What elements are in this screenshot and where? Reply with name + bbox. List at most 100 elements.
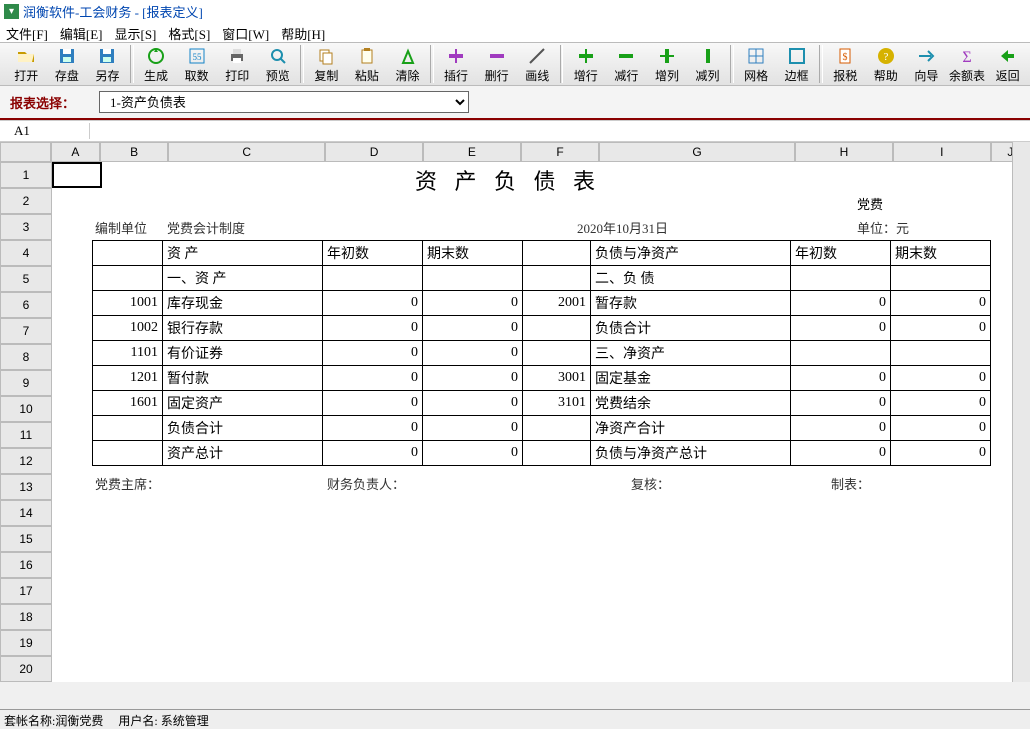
table-row: 1001库存现金002001暂存款00 [93,291,991,316]
table-row: 1201暂付款003001固定基金00 [93,366,991,391]
addcol-icon [657,46,677,66]
minrow-icon [616,46,636,66]
toolbar-insrow-button[interactable]: 插行 [437,45,476,85]
toolbar-guide-button[interactable]: 向导 [907,45,946,85]
line-icon [527,46,547,66]
toolbar-print-button[interactable]: 打印 [218,45,257,85]
col-header-A[interactable]: A [51,142,100,162]
col-header-E[interactable]: E [423,142,521,162]
toolbar-open-button[interactable]: 打开 [7,45,46,85]
col-header-C[interactable]: C [168,142,325,162]
sheet-title: 资 产 负 债 表 [412,162,604,198]
cell-reference[interactable]: A1 [0,123,90,139]
col-header-G[interactable]: G [599,142,795,162]
preview-icon [268,46,288,66]
addrow-icon [576,46,596,66]
row-header-1[interactable]: 1 [0,162,52,188]
table-row: 负债合计00净资产合计00 [93,416,991,441]
toolbar-disk-button[interactable]: 存盘 [48,45,87,85]
disk-icon [57,46,77,66]
spreadsheet-area: ABCDEFGHIJ 12345678910111213141516171819… [0,142,1030,682]
guide-icon [916,46,936,66]
menu-format[interactable]: 格式[S] [168,24,210,40]
toolbar: 打开存盘另存生成55取数打印预览复制粘贴清除插行删行画线增行减行增列减列网格边框… [0,42,1030,86]
grid[interactable]: 资 产 负 债 表 党费 编制单位 党费会计制度 2020年10月31日 单位：… [52,162,1030,682]
row-header-4[interactable]: 4 [0,240,52,266]
row-header-2[interactable]: 2 [0,188,52,214]
col-header-H[interactable]: H [795,142,893,162]
table-row: 1002银行存款00负债合计00 [93,316,991,341]
toolbar-back-button[interactable]: 返回 [988,45,1027,85]
help-icon: ? [876,46,896,66]
row-header-19[interactable]: 19 [0,630,52,656]
toolbar-sum-button[interactable]: Σ余额表 [948,45,987,85]
grid-icon [746,46,766,66]
menu-file[interactable]: 文件[F] [6,24,48,40]
table-header-row: 资 产 年初数 期末数 负债与净资产 年初数 期末数 [93,241,991,266]
toolbar-help-button[interactable]: ?帮助 [867,45,906,85]
print-icon [227,46,247,66]
row-header-17[interactable]: 17 [0,578,52,604]
row-header-9[interactable]: 9 [0,370,52,396]
report-selector[interactable]: 1-资产负债表 [99,91,469,113]
app-icon: ▾ [4,4,19,19]
org-label: 编制单位 [92,216,150,239]
vertical-scrollbar[interactable] [1012,142,1030,682]
toolbar-num-button[interactable]: 55取数 [177,45,216,85]
row-header-18[interactable]: 18 [0,604,52,630]
table-row: 一、资 产二、负 债 [93,266,991,291]
toolbar-border-button[interactable]: 边框 [777,45,816,85]
row-header-7[interactable]: 7 [0,318,52,344]
row-header-11[interactable]: 11 [0,422,52,448]
row-header-15[interactable]: 15 [0,526,52,552]
menu-view[interactable]: 显示[S] [115,24,157,40]
menu-window[interactable]: 窗口[W] [222,24,269,40]
svg-text:?: ? [883,51,888,63]
cell-reference-bar: A1 [0,120,1030,142]
border-icon [787,46,807,66]
row-header-12[interactable]: 12 [0,448,52,474]
mincol-icon [698,46,718,66]
menu-help[interactable]: 帮助[H] [281,24,325,40]
col-header-F[interactable]: F [521,142,599,162]
toolbar-addcol-button[interactable]: 增列 [648,45,687,85]
toolbar-preview-button[interactable]: 预览 [259,45,298,85]
footer-finance: 财务负责人： [324,472,408,495]
table-row: 1601固定资产003101党费结余00 [93,391,991,416]
toolbar-clear-button[interactable]: 清除 [388,45,427,85]
toolbar-copy-button[interactable]: 复制 [307,45,346,85]
toolbar-tax-button[interactable]: $报税 [826,45,865,85]
balance-table: 资 产 年初数 期末数 负债与净资产 年初数 期末数 一、资 产二、负 债100… [92,240,991,466]
row-header-14[interactable]: 14 [0,500,52,526]
toolbar-minrow-button[interactable]: 减行 [607,45,646,85]
toolbar-addrow-button[interactable]: 增行 [566,45,605,85]
row-header-8[interactable]: 8 [0,344,52,370]
gen-icon [146,46,166,66]
row-header-6[interactable]: 6 [0,292,52,318]
toolbar-gen-button[interactable]: 生成 [137,45,176,85]
status-user-label: 用户名: [118,714,157,728]
table-row: 1101有价证券00三、净资产 [93,341,991,366]
toolbar-paste-button[interactable]: 粘贴 [348,45,387,85]
col-header-B[interactable]: B [100,142,169,162]
toolbar-grid-button[interactable]: 网格 [737,45,776,85]
col-header-I[interactable]: I [893,142,991,162]
row-header-20[interactable]: 20 [0,656,52,682]
row-header-5[interactable]: 5 [0,266,52,292]
row-header-13[interactable]: 13 [0,474,52,500]
col-header-D[interactable]: D [325,142,423,162]
footer-chair: 党费主席： [92,472,163,495]
corner-cell[interactable] [0,142,51,162]
toolbar-line-button[interactable]: 画线 [518,45,557,85]
table-row: 资产总计00负债与净资产总计00 [93,441,991,466]
toolbar-saveas-button[interactable]: 另存 [88,45,127,85]
status-user: 系统管理 [161,714,209,728]
toolbar-mincol-button[interactable]: 减列 [688,45,727,85]
row-header-3[interactable]: 3 [0,214,52,240]
sum-icon: Σ [957,46,977,66]
row-header-10[interactable]: 10 [0,396,52,422]
toolbar-delrow-button[interactable]: 删行 [477,45,516,85]
column-headers: ABCDEFGHIJ [0,142,1030,162]
row-header-16[interactable]: 16 [0,552,52,578]
menu-edit[interactable]: 编辑[E] [60,24,103,40]
